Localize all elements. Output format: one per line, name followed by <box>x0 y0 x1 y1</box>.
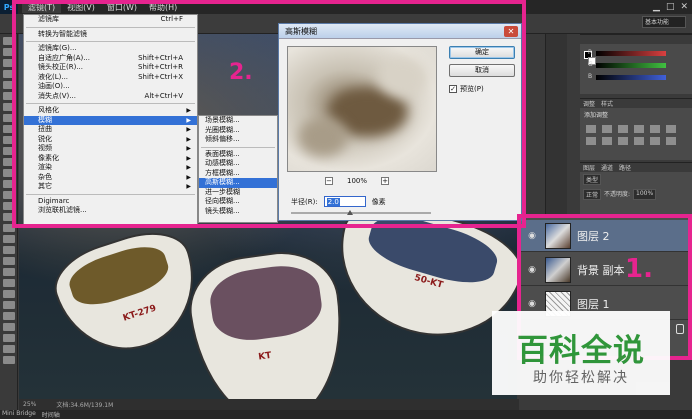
annotation-label-1: 1. <box>625 254 653 284</box>
status-bar: 25% 文档:34.6M/139.1M <box>19 399 519 410</box>
tab-layers[interactable]: 图层 <box>583 163 595 172</box>
tool-icon[interactable] <box>2 301 15 309</box>
adjustment-icon[interactable] <box>618 125 628 133</box>
tool-icon[interactable] <box>2 312 15 320</box>
adjustment-icon[interactable] <box>618 137 628 145</box>
watermark-logo: 百科全说 助你轻松解决 <box>492 311 670 395</box>
tool-icon[interactable] <box>2 323 15 331</box>
annotation-label-2: 2. <box>229 60 253 85</box>
slider-label-r: R <box>588 49 593 56</box>
tool-icon[interactable] <box>2 290 15 298</box>
adjustment-icon[interactable] <box>666 125 676 133</box>
tool-icon[interactable] <box>2 268 15 276</box>
tool-icon[interactable] <box>2 257 15 265</box>
minimize-icon[interactable]: ▁ <box>653 2 660 12</box>
bottom-panel-tabs: Mini Bridge 时间轴 <box>0 410 692 419</box>
blend-mode-select[interactable]: 正常 <box>583 189 602 200</box>
color-panel-tabs <box>580 35 692 44</box>
tool-icon[interactable] <box>2 235 15 243</box>
adjustment-icon[interactable] <box>650 125 660 133</box>
tool-icon[interactable] <box>2 246 15 254</box>
green-slider[interactable] <box>596 63 666 68</box>
red-slider[interactable] <box>596 51 666 56</box>
window-controls: ▁ □ ✕ <box>653 2 688 12</box>
annotation-box-menu <box>12 0 526 228</box>
blue-slider[interactable] <box>596 75 666 80</box>
tool-icon[interactable] <box>2 345 15 353</box>
tab-mini-bridge[interactable]: Mini Bridge <box>2 410 36 419</box>
boat-interior <box>64 238 174 313</box>
boat-left: KT-279 <box>45 220 213 368</box>
adjustment-icon[interactable] <box>666 137 676 145</box>
adjustment-icon[interactable] <box>586 125 596 133</box>
maximize-icon[interactable]: □ <box>666 2 675 12</box>
tool-icon[interactable] <box>2 334 15 342</box>
tab-timeline[interactable]: 时间轴 <box>42 410 60 419</box>
layer-kind-select[interactable]: 类型 <box>583 174 602 185</box>
watermark-title: 百科全说 <box>517 333 645 369</box>
color-panel: R G B <box>580 34 692 94</box>
boat-interior <box>206 260 326 346</box>
doc-size: 文档:34.6M/139.1M <box>56 402 114 409</box>
adjustment-icon[interactable] <box>650 137 660 145</box>
adjustment-icon[interactable] <box>602 125 612 133</box>
adjustment-icon[interactable] <box>634 125 644 133</box>
panel-dock-strip <box>545 34 567 214</box>
opacity-value[interactable]: 100% <box>633 189 657 200</box>
watermark-subtitle: 助你轻松解决 <box>533 370 629 386</box>
adjustments-panel: 调整 样式 添加调整 <box>580 98 692 160</box>
opacity-label: 不透明度: <box>604 191 631 198</box>
tool-icon[interactable] <box>2 279 15 287</box>
boat-center: KT <box>182 244 356 400</box>
adjustments-tabs: 调整 样式 <box>580 99 692 108</box>
slider-label-b: B <box>588 73 593 80</box>
adjustment-icons <box>580 121 692 149</box>
layers-panel-header: 图层 通道 路径 类型 正常 不透明度: 100% <box>580 162 692 214</box>
layer-blend-row: 正常 不透明度: 100% <box>580 187 692 202</box>
tool-icon[interactable] <box>2 356 15 364</box>
boat-number-label: KT <box>257 350 273 363</box>
tab-adjustments[interactable]: 调整 <box>583 99 595 108</box>
layers-tabs: 图层 通道 路径 <box>580 163 692 172</box>
slider-label-g: G <box>588 61 593 68</box>
adjustments-title: 添加调整 <box>584 112 609 119</box>
adjustment-icon[interactable] <box>586 137 596 145</box>
zoom-level[interactable]: 25% <box>23 401 36 408</box>
workspace-select[interactable]: 基本功能 <box>642 16 686 28</box>
adjustment-icon[interactable] <box>602 137 612 145</box>
tab-paths[interactable]: 路径 <box>619 163 631 172</box>
layer-filter-row: 类型 <box>580 172 692 187</box>
boat-number-label: KT-279 <box>121 303 158 324</box>
close-icon[interactable]: ✕ <box>680 2 688 12</box>
tab-styles[interactable]: 样式 <box>601 99 613 108</box>
adjustment-icon[interactable] <box>634 137 644 145</box>
tab-channels[interactable]: 通道 <box>601 163 613 172</box>
